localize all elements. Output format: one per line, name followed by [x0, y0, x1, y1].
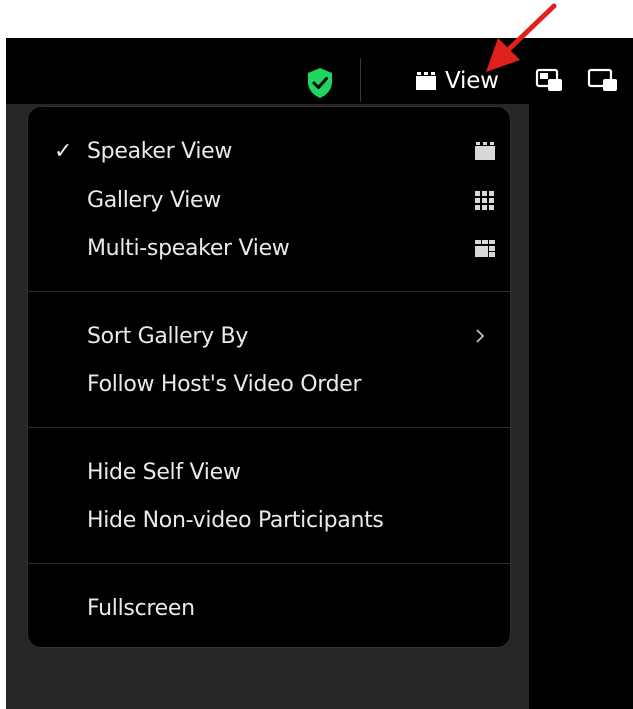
view-button-label: View [445, 68, 499, 94]
menu-item-label: Sort Gallery By [87, 323, 249, 349]
menu-separator [28, 563, 510, 564]
checkmark-icon: ✓ [54, 138, 73, 164]
toolbar-divider [360, 58, 361, 102]
menu-item-label: Speaker View [87, 138, 233, 164]
view-dropdown-menu: ✓ Speaker View Gallery View Multi-speake… [27, 106, 511, 648]
menu-item-label: Hide Self View [87, 459, 241, 485]
menu-item-label: Gallery View [87, 187, 221, 213]
menu-item-speaker-view[interactable]: ✓ Speaker View [28, 131, 510, 171]
multi-speaker-view-icon [475, 240, 495, 257]
menu-item-sort-gallery-by[interactable]: Sort Gallery By [28, 316, 510, 356]
menu-item-hide-non-video-participants[interactable]: Hide Non-video Participants [28, 500, 510, 540]
menu-item-label: Multi-speaker View [87, 235, 290, 261]
gallery-view-icon [475, 191, 494, 210]
menu-item-follow-host-video-order[interactable]: Follow Host's Video Order [28, 364, 510, 404]
menu-item-label: Fullscreen [87, 595, 195, 621]
side-panel [529, 104, 633, 709]
security-shield-icon[interactable] [306, 67, 334, 99]
menu-item-gallery-view[interactable]: Gallery View [28, 180, 510, 220]
menu-separator [28, 291, 510, 292]
view-grid-icon [416, 72, 436, 90]
view-button[interactable]: View [415, 66, 499, 96]
menu-item-hide-self-view[interactable]: Hide Self View [28, 452, 510, 492]
menu-separator [28, 427, 510, 428]
picture-in-picture-icon[interactable] [535, 68, 565, 94]
menu-item-multi-speaker-view[interactable]: Multi-speaker View [28, 228, 510, 268]
speaker-view-icon [475, 142, 495, 160]
menu-item-fullscreen[interactable]: Fullscreen [28, 588, 510, 628]
menu-item-label: Hide Non-video Participants [87, 507, 384, 533]
chevron-right-icon [476, 329, 485, 343]
menu-item-label: Follow Host's Video Order [87, 371, 362, 397]
minimize-window-icon[interactable] [587, 68, 619, 94]
